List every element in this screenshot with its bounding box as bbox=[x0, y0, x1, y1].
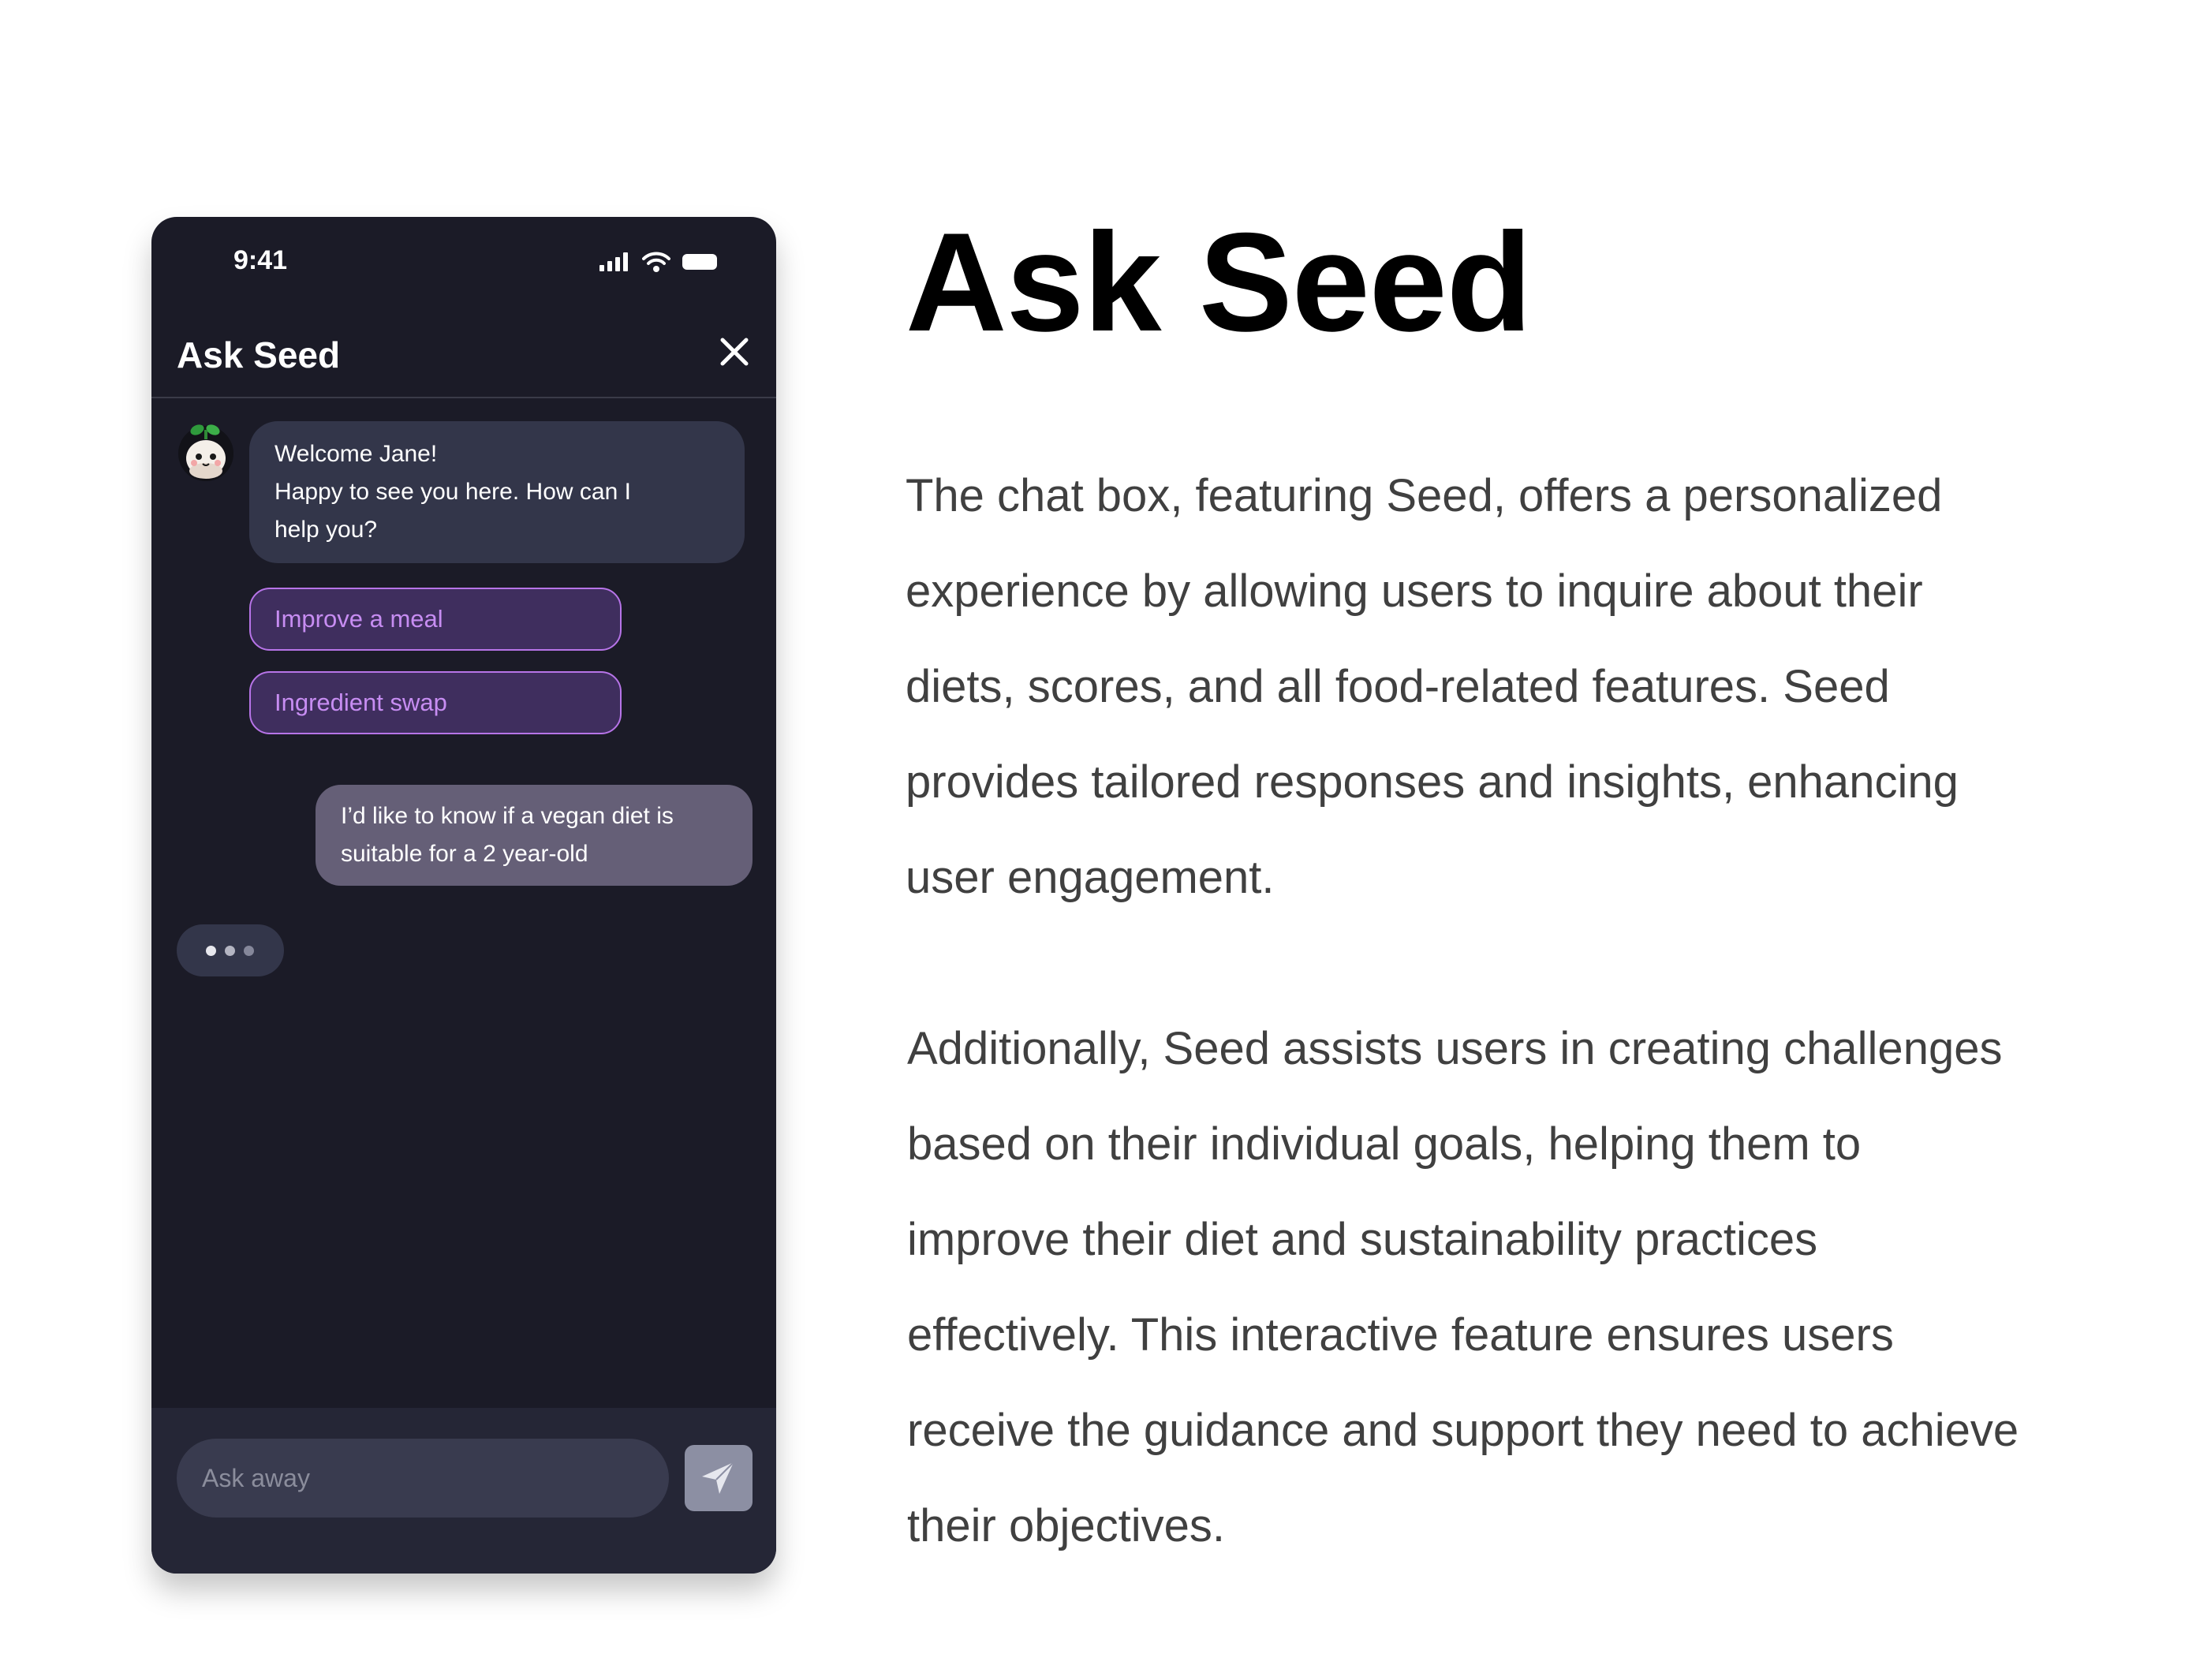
typing-dot bbox=[244, 946, 254, 956]
paragraph-line: effectively. This interactive feature en… bbox=[907, 1309, 1894, 1361]
phone-mockup: 9:41 Ask Seed Welcome Jane! Happy to see… bbox=[151, 217, 776, 1574]
typing-indicator bbox=[177, 924, 284, 976]
chat-title: Ask Seed bbox=[177, 334, 341, 375]
description-paragraph-1: The chat box, featuring Seed, offers a p… bbox=[906, 448, 2073, 925]
send-icon bbox=[702, 1462, 734, 1494]
page: 9:41 Ask Seed Welcome Jane! Happy to see… bbox=[0, 0, 2196, 1680]
chat-header: Ask Seed bbox=[151, 312, 776, 398]
paragraph-line: experience by allowing users to inquire … bbox=[906, 566, 1923, 617]
paragraph-line: provides tailored responses and insights… bbox=[906, 756, 1959, 808]
bot-message-line: help you? bbox=[274, 517, 378, 543]
paragraph-line: The chat box, featuring Seed, offers a p… bbox=[906, 470, 1943, 521]
send-button[interactable] bbox=[685, 1445, 753, 1511]
user-message-line: suitable for a 2 year-old bbox=[341, 841, 588, 867]
bot-message-bubble: Welcome Jane! Happy to see you here. How… bbox=[249, 421, 745, 563]
chat-input[interactable] bbox=[177, 1439, 669, 1518]
status-icons bbox=[599, 252, 721, 272]
wifi-icon bbox=[642, 252, 670, 272]
paragraph-line: based on their individual goals, helping… bbox=[907, 1118, 1862, 1170]
typing-dot bbox=[206, 946, 216, 956]
paragraph-line: Additionally, Seed assists users in crea… bbox=[907, 1023, 2003, 1074]
paragraph-line: receive the guidance and support they ne… bbox=[907, 1405, 2019, 1456]
paragraph-line: user engagement. bbox=[906, 852, 1275, 903]
typing-dot bbox=[225, 946, 235, 956]
seed-avatar-icon bbox=[178, 424, 233, 481]
suggestion-ingredient-swap-button[interactable]: Ingredient swap bbox=[249, 671, 622, 734]
bot-message-line: Welcome Jane! bbox=[274, 441, 438, 467]
suggestion-improve-meal-button[interactable]: Improve a meal bbox=[249, 588, 622, 651]
battery-icon bbox=[682, 254, 717, 270]
paragraph-line: improve their diet and sustainability pr… bbox=[907, 1214, 1818, 1265]
status-time: 9:41 bbox=[233, 245, 288, 275]
chat-input-bar bbox=[151, 1408, 776, 1574]
signal-icon bbox=[599, 252, 628, 271]
user-message-bubble: I’d like to know if a vegan diet is suit… bbox=[316, 785, 753, 886]
paragraph-line: their objectives. bbox=[907, 1500, 1225, 1551]
user-message-line: I’d like to know if a vegan diet is bbox=[341, 803, 674, 829]
status-bar: 9:41 bbox=[151, 217, 776, 312]
paragraph-line: diets, scores, and all food-related feat… bbox=[906, 661, 1890, 712]
page-title: Ask Seed bbox=[906, 203, 1532, 360]
description-paragraph-2: Additionally, Seed assists users in crea… bbox=[907, 1001, 2075, 1574]
close-icon[interactable] bbox=[716, 334, 753, 370]
bot-message-line: Happy to see you here. How can I bbox=[274, 479, 631, 505]
